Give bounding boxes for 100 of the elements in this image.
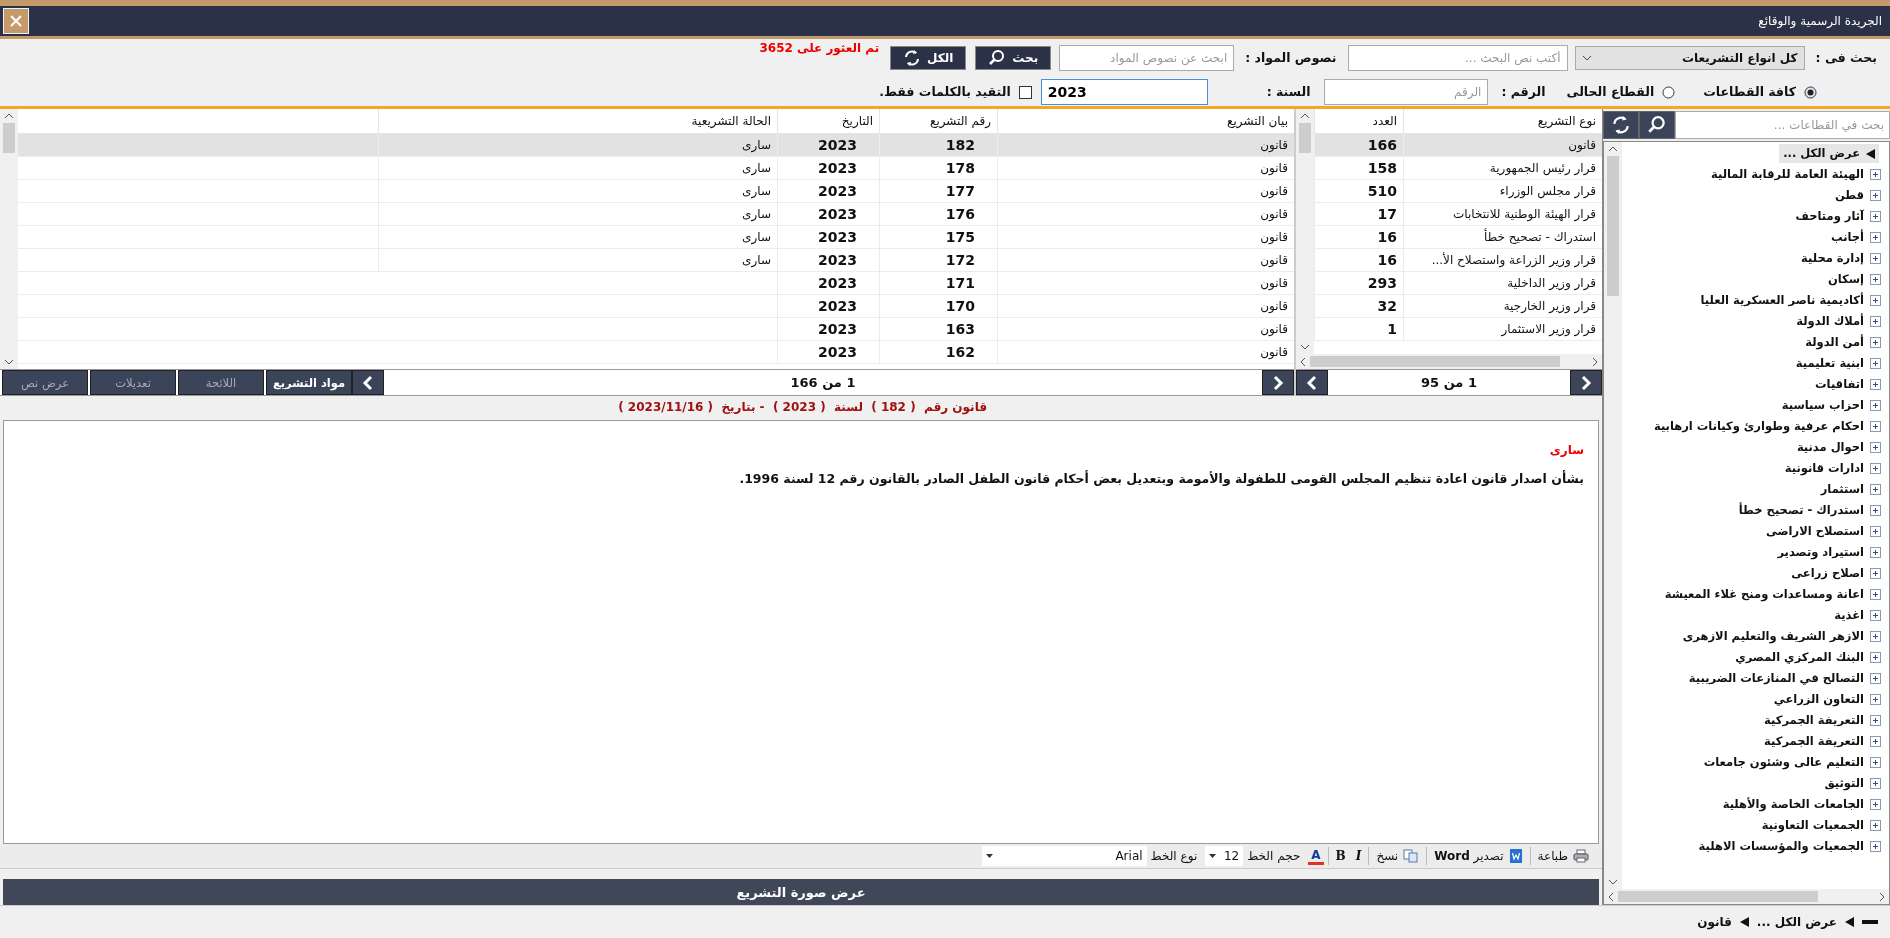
tree-item[interactable]: إسكان <box>1825 270 1866 289</box>
tree-item[interactable]: اتفاقيات <box>1813 375 1866 394</box>
tree-item[interactable]: استيراد وتصدير <box>1775 543 1866 562</box>
tree-item[interactable]: الجمعيات التعاونية <box>1759 816 1866 835</box>
tree-item[interactable]: إدارة محلية <box>1799 249 1866 268</box>
bold-button[interactable]: B <box>1332 846 1349 866</box>
expand-icon[interactable] <box>1870 589 1881 600</box>
column-header[interactable]: بيان التشريع <box>997 109 1294 133</box>
vertical-scrollbar[interactable] <box>1296 109 1314 354</box>
search-button[interactable] <box>1639 111 1675 139</box>
tree-item[interactable]: أكاديمية ناصر العسكرية العليا <box>1698 291 1866 310</box>
column-header[interactable]: نوع التشريع <box>1403 109 1602 133</box>
tree-item[interactable]: احكام عرفية وطوارئ وكيانات ارهابية <box>1651 417 1866 436</box>
vertical-scrollbar[interactable] <box>0 109 18 369</box>
expand-icon[interactable] <box>1870 484 1881 495</box>
close-button[interactable] <box>3 8 29 34</box>
scroll-thumb[interactable] <box>3 123 15 153</box>
expand-icon[interactable] <box>1870 316 1881 327</box>
tab[interactable]: اللائحة <box>178 370 264 395</box>
tree-item[interactable]: البنك المركزي المصري <box>1733 648 1866 667</box>
scroll-down-icon[interactable] <box>1300 344 1310 350</box>
previous-page-button[interactable] <box>1296 370 1328 395</box>
expand-icon[interactable] <box>1870 610 1881 621</box>
expand-icon[interactable] <box>1870 169 1881 180</box>
print-button[interactable]: طباعة <box>1534 846 1592 866</box>
column-header[interactable]: رقم التشريع <box>879 109 997 133</box>
expand-icon[interactable] <box>1870 631 1881 642</box>
expand-icon[interactable] <box>1870 820 1881 831</box>
tree-item[interactable]: الازهر الشريف والتعليم الازهرى <box>1680 627 1866 646</box>
column-header[interactable]: الحالة التشريعية <box>378 109 777 133</box>
checkbox-label[interactable]: التقيد بالكلمات فقط. <box>879 81 1011 103</box>
tree-item[interactable]: ابنية تعليمية <box>1793 354 1866 373</box>
expand-icon[interactable] <box>1870 337 1881 348</box>
tree-item[interactable]: عرض الكل ... <box>1779 144 1879 163</box>
expand-icon[interactable] <box>1870 379 1881 390</box>
tree-item[interactable]: التعريفة الجمركية <box>1762 711 1866 730</box>
expand-icon[interactable] <box>1870 568 1881 579</box>
scroll-up-icon[interactable] <box>1300 113 1310 119</box>
italic-button[interactable]: I <box>1352 846 1365 866</box>
tree-item[interactable]: التعليم عالى وشئون جامعات <box>1701 753 1866 772</box>
vertical-scrollbar[interactable] <box>1604 142 1622 889</box>
tree-item[interactable]: التعاون الزراعي <box>1771 690 1866 709</box>
font-family-dropdown[interactable]: Arial <box>981 846 1147 866</box>
scroll-thumb[interactable] <box>1607 156 1619 296</box>
expand-icon[interactable] <box>1870 190 1881 201</box>
scroll-thumb[interactable] <box>1310 356 1560 367</box>
search-button[interactable]: بحث <box>975 46 1052 70</box>
next-page-button[interactable] <box>1262 370 1294 395</box>
tab[interactable]: مواد التشريع <box>266 370 352 395</box>
radio-button[interactable] <box>1804 85 1817 99</box>
expand-icon[interactable] <box>1870 526 1881 537</box>
expand-icon[interactable] <box>1870 547 1881 558</box>
expand-icon[interactable] <box>1870 463 1881 474</box>
breadcrumb-item[interactable]: قانون <box>1697 912 1732 932</box>
font-size-dropdown[interactable]: 12 <box>1205 846 1244 866</box>
all-button[interactable]: الكل <box>890 46 967 70</box>
tree-item[interactable]: احزاب سياسية <box>1779 396 1866 415</box>
tree-item[interactable]: التعريفة الجمركية <box>1762 732 1866 751</box>
tree-item[interactable]: الهيئة العامة للرقابة المالية <box>1709 165 1866 184</box>
tree-item[interactable]: اصلاح زراعى <box>1789 564 1866 583</box>
sector-option-label[interactable]: القطاع الحالى <box>1566 81 1655 103</box>
scroll-right-icon[interactable] <box>1879 891 1885 902</box>
scroll-left-icon[interactable] <box>1608 891 1614 902</box>
copy-button[interactable]: نسخ <box>1373 846 1423 866</box>
scroll-right-icon[interactable] <box>1592 356 1598 367</box>
tree-item[interactable]: اعانة ومساعدات ومنح غلاء المعيشة <box>1662 585 1866 604</box>
tree-item[interactable]: التصالح في المنازعات الضريبية <box>1686 669 1866 688</box>
sectors-search-field[interactable]: بحث في القطاعات ... <box>1675 111 1890 139</box>
tree-item[interactable]: الجمعيات والمؤسسات الاهلية <box>1696 837 1866 856</box>
expand-icon[interactable] <box>1870 652 1881 663</box>
previous-page-button[interactable] <box>352 370 384 395</box>
tab[interactable]: عرض نص <box>2 370 88 395</box>
expand-icon[interactable] <box>1870 715 1881 726</box>
breadcrumb-item[interactable]: عرض الكل ... <box>1756 912 1837 932</box>
font-color-button[interactable]: A <box>1308 847 1324 865</box>
tree-item[interactable]: استصلاح الاراضى <box>1763 522 1866 541</box>
expand-icon[interactable] <box>1870 232 1881 243</box>
expand-icon[interactable] <box>1870 778 1881 789</box>
column-header[interactable]: التاريخ <box>777 109 879 133</box>
text-area[interactable]: سارى بشأن اصدار قانون اعادة تنظيم المجلس القومى للطفولة والأمومة وبتعديل بعض أحكام قانون الطفل الصادر بالقانون رقم 12 لسنة 1996. <box>3 420 1599 844</box>
tree-item[interactable]: آثار ومتاحف <box>1793 207 1866 226</box>
scroll-up-icon[interactable] <box>1608 146 1618 152</box>
tree-item[interactable]: اغذية <box>1832 606 1866 625</box>
tree-item[interactable]: احوال مدنية <box>1794 438 1866 457</box>
scroll-thumb[interactable] <box>1299 123 1311 153</box>
tree-item[interactable]: الجامعات الخاصة والأهلية <box>1720 795 1866 814</box>
tab[interactable]: تعديلات <box>90 370 176 395</box>
refresh-button[interactable] <box>1603 111 1639 139</box>
tree-item[interactable]: التوثيق <box>1822 774 1866 793</box>
year-field[interactable]: 2023 <box>1040 79 1208 105</box>
tree-item[interactable]: قطن <box>1832 186 1866 205</box>
expand-icon[interactable] <box>1870 694 1881 705</box>
expand-icon[interactable] <box>1870 211 1881 222</box>
scroll-thumb[interactable] <box>1618 891 1818 902</box>
checkbox[interactable] <box>1018 85 1032 99</box>
articles-search-field[interactable]: ابحث عن نصوص المواد <box>1059 45 1235 71</box>
expand-icon[interactable] <box>1870 274 1881 285</box>
scroll-down-icon[interactable] <box>1608 879 1618 885</box>
scroll-left-icon[interactable] <box>1300 356 1306 367</box>
tree-item[interactable]: أجانب <box>1828 228 1866 247</box>
